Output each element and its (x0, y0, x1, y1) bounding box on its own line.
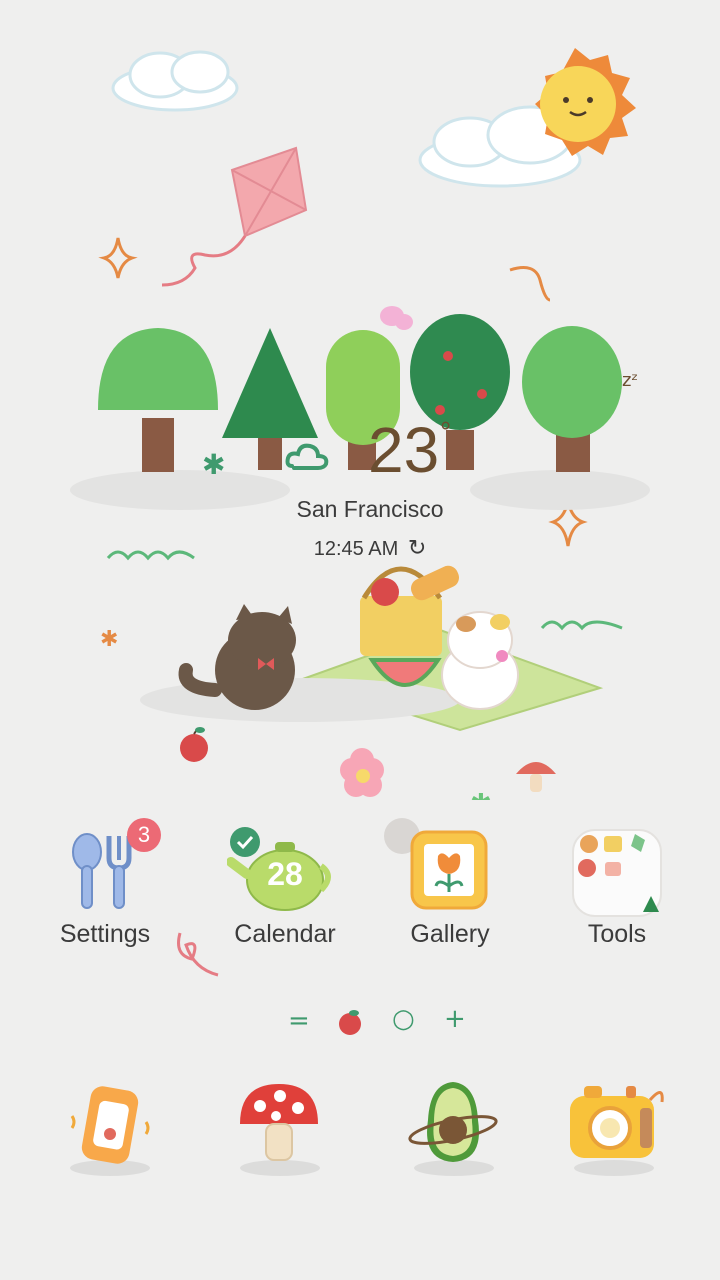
degree-symbol: ° (440, 416, 452, 447)
app-label-gallery: Gallery (410, 920, 490, 948)
tree-illustration-1 (98, 328, 218, 472)
app-label-settings: Settings (59, 920, 151, 948)
svg-text:✱: ✱ (470, 789, 492, 800)
kite-illustration (161, 146, 308, 287)
sparkle-illustration (98, 237, 138, 279)
mushroom-illustration-small (516, 762, 556, 792)
svg-text:zᶻ: zᶻ (622, 370, 638, 391)
flower-illustration (340, 748, 384, 797)
squiggle-illustration (177, 932, 219, 977)
dock (0, 1070, 720, 1190)
mushroom-icon (240, 1084, 318, 1161)
tree-illustration-5 (522, 326, 622, 472)
dock-avocado[interactable] (398, 1070, 508, 1180)
temperature: 23 (368, 414, 440, 486)
cat-illustration-1 (178, 604, 296, 710)
page-indicator-menu[interactable]: = (288, 1006, 310, 1036)
weather-city: San Francisco (296, 496, 444, 522)
clock-time: 12:45 AM (313, 538, 399, 560)
refresh-icon[interactable]: ↻ (408, 536, 426, 561)
app-label-tools: Tools (587, 920, 647, 948)
cloud-illustration (111, 50, 239, 112)
folder-icon (572, 829, 662, 917)
app-tools[interactable]: Tools (537, 818, 697, 958)
cat-illustration-2 (441, 611, 519, 710)
svg-text:✱: ✱ (202, 448, 225, 481)
calendar-date: 28 (267, 856, 303, 892)
apple-icon[interactable] (336, 1008, 364, 1036)
flower-frame-icon (410, 830, 488, 910)
dock-camera[interactable] (560, 1070, 670, 1180)
clock-time-row: 12:45 AM ↻ (250, 536, 490, 561)
app-settings[interactable]: 3 Settings (25, 818, 185, 958)
app-gallery[interactable]: Gallery (370, 818, 530, 958)
page-indicator[interactable]: = ○ + (280, 1004, 480, 1040)
wallpaper-illustration: zᶻ ✱ ✱ ✱ (70, 48, 650, 800)
page-indicator-dot[interactable]: ○ (392, 1004, 415, 1034)
avocado-planet-icon (408, 1082, 498, 1162)
apple-illustration (180, 727, 208, 762)
dock-phone[interactable] (56, 1070, 166, 1180)
notification-badge: 3 (127, 818, 161, 852)
cloud-icon (285, 443, 329, 470)
svg-text:✱: ✱ (100, 627, 118, 652)
phone-icon (70, 1086, 150, 1164)
camera-icon (570, 1086, 664, 1158)
page-indicator-add[interactable]: + (444, 1004, 466, 1034)
butterfly-illustration (380, 306, 413, 330)
dock-mushroom[interactable] (224, 1070, 334, 1180)
